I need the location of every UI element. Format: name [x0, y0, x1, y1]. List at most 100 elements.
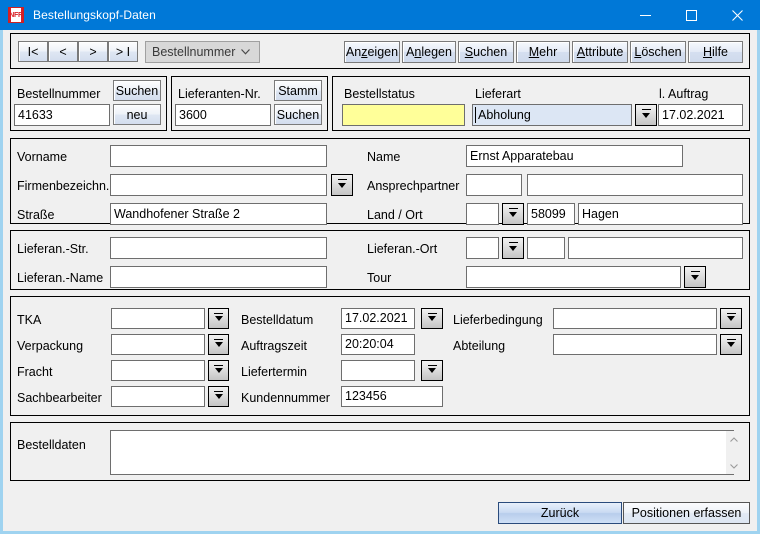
lieferan-name-input[interactable] — [110, 266, 327, 288]
l-auftrag-input[interactable]: 17.02.2021 — [658, 104, 743, 126]
sachbearbeiter-label: Sachbearbeiter — [17, 391, 102, 405]
lieferan-land-input[interactable] — [466, 237, 499, 259]
land-ort-label: Land / Ort — [367, 208, 423, 222]
bestelldaten-label: Bestelldaten — [17, 438, 86, 452]
nav-next-button[interactable]: > — [78, 41, 108, 62]
plz-input[interactable]: 58099 — [527, 203, 575, 225]
suchen-button[interactable]: Suchen — [458, 41, 514, 63]
kundennummer-label: Kundennummer — [241, 391, 330, 405]
bestellstatus-label: Bestellstatus — [344, 87, 415, 101]
minimize-button[interactable] — [622, 0, 668, 30]
tour-input[interactable] — [466, 266, 681, 288]
abteilung-dropdown-button[interactable] — [720, 334, 742, 355]
sachbearbeiter-input[interactable] — [111, 386, 205, 407]
loeschen-button[interactable]: Löschen — [630, 41, 686, 63]
client-area: I< < > > I Bestellnummer Anzeigen Anlege… — [0, 30, 760, 534]
verpackung-dropdown-button[interactable] — [208, 334, 229, 355]
nav-last-button[interactable]: > I — [108, 41, 138, 62]
fracht-input[interactable] — [111, 360, 205, 381]
window-controls — [622, 0, 760, 30]
lieferart-dropdown-button[interactable] — [635, 104, 657, 126]
record-type-combo-value: Bestellnummer — [152, 45, 236, 59]
verpackung-label: Verpackung — [17, 339, 84, 353]
app-icon: NFR — [8, 7, 24, 23]
lieferbedingung-label: Lieferbedingung — [453, 313, 543, 327]
scroll-up-icon[interactable] — [726, 431, 741, 447]
lieferbedingung-dropdown-button[interactable] — [720, 308, 742, 329]
abteilung-input[interactable] — [553, 334, 717, 355]
lieferan-str-input[interactable] — [110, 237, 327, 259]
ansprechpartner-long-input[interactable] — [527, 174, 743, 196]
ort-input[interactable]: Hagen — [578, 203, 743, 225]
lieferan-land-dropdown-button[interactable] — [502, 237, 524, 259]
bestellnummer-input[interactable]: 41633 — [14, 104, 110, 126]
sachbearbeiter-dropdown-button[interactable] — [208, 386, 229, 407]
lieferan-name-label: Lieferan.-Name — [17, 271, 104, 285]
name-input[interactable]: Ernst Apparatebau — [466, 145, 683, 167]
vorname-label: Vorname — [17, 150, 68, 164]
l-auftrag-label: l. Auftrag — [659, 87, 709, 101]
lieferanten-suchen-button[interactable]: Suchen — [274, 104, 322, 125]
hilfe-button[interactable]: Hilfe — [688, 41, 743, 63]
strasse-input[interactable]: Wandhofener Straße 2 — [110, 203, 327, 225]
scroll-down-icon[interactable] — [726, 458, 741, 474]
bestelldaten-textarea[interactable] — [110, 430, 734, 475]
loeschen-label: Löschen — [634, 45, 682, 59]
anzeigen-button[interactable]: Anzeigen — [344, 41, 400, 63]
hilfe-label: Hilfe — [702, 45, 728, 59]
tour-label: Tour — [367, 271, 392, 285]
nav-first-button[interactable]: I< — [18, 41, 48, 62]
bestellnummer-suchen-button[interactable]: Suchen — [113, 80, 161, 101]
liefertermin-input[interactable] — [341, 360, 415, 381]
zurueck-button[interactable]: Zurück — [498, 502, 622, 524]
tour-dropdown-button[interactable] — [684, 266, 706, 288]
bestelldaten-scrollbar[interactable] — [726, 431, 741, 474]
bestellstatus-input[interactable] — [342, 104, 465, 126]
record-type-combo[interactable]: Bestellnummer — [145, 41, 260, 63]
lieferan-plz-input[interactable] — [527, 237, 565, 259]
chevron-down-icon — [241, 49, 250, 55]
vorname-input[interactable] — [110, 145, 327, 167]
lieferan-str-label: Lieferan.-Str. — [17, 242, 89, 256]
bestellnummer-neu-button[interactable]: neu — [113, 104, 161, 125]
bestelldatum-label: Bestelldatum — [241, 313, 314, 327]
firmenbezeichn-dropdown-button[interactable] — [331, 174, 353, 196]
kundennummer-input[interactable]: 123456 — [341, 386, 443, 407]
nav-prev-button[interactable]: < — [48, 41, 78, 62]
fracht-label: Fracht — [17, 365, 53, 379]
lieferbedingung-input[interactable] — [553, 308, 717, 329]
land-dropdown-button[interactable] — [502, 203, 524, 225]
anlegen-button[interactable]: Anlegen — [402, 41, 456, 63]
lieferart-input[interactable]: Abholung — [472, 104, 632, 126]
lieferart-label: Lieferart — [475, 87, 521, 101]
anlegen-label: Anlegen — [406, 45, 452, 59]
tka-label: TKA — [17, 313, 42, 327]
land-input[interactable] — [466, 203, 499, 225]
abteilung-label: Abteilung — [453, 339, 506, 353]
auftragszeit-input[interactable]: 20:20:04 — [341, 334, 415, 355]
application-window: NFR Bestellungskopf-Daten I< < > > I Bes… — [0, 0, 760, 534]
bestelldatum-input[interactable]: 17.02.2021 — [341, 308, 415, 329]
maximize-button[interactable] — [668, 0, 714, 30]
title-bar: NFR Bestellungskopf-Daten — [0, 0, 760, 30]
close-button[interactable] — [714, 0, 760, 30]
liefertermin-dropdown-button[interactable] — [421, 360, 443, 381]
fracht-dropdown-button[interactable] — [208, 360, 229, 381]
lieferanten-stamm-button[interactable]: Stamm — [274, 80, 322, 101]
window-title: Bestellungskopf-Daten — [33, 8, 156, 22]
tka-input[interactable] — [111, 308, 205, 329]
firmenbezeichn-label: Firmenbezeichn. — [17, 179, 110, 193]
tka-dropdown-button[interactable] — [208, 308, 229, 329]
attribute-label: Attribute — [576, 45, 624, 59]
firmenbezeichn-input[interactable] — [110, 174, 327, 196]
lieferanten-nr-input[interactable]: 3600 — [175, 104, 271, 126]
verpackung-input[interactable] — [111, 334, 205, 355]
app-icon-glyph: NFR — [9, 11, 23, 19]
lieferan-ort-input[interactable] — [568, 237, 743, 259]
ansprechpartner-short-input[interactable] — [466, 174, 522, 196]
mehr-button[interactable]: Mehr — [516, 41, 570, 63]
bestelldatum-dropdown-button[interactable] — [421, 308, 443, 329]
attribute-button[interactable]: Attribute — [572, 41, 628, 63]
strasse-label: Straße — [17, 208, 55, 222]
positionen-erfassen-button[interactable]: Positionen erfassen — [623, 502, 750, 524]
